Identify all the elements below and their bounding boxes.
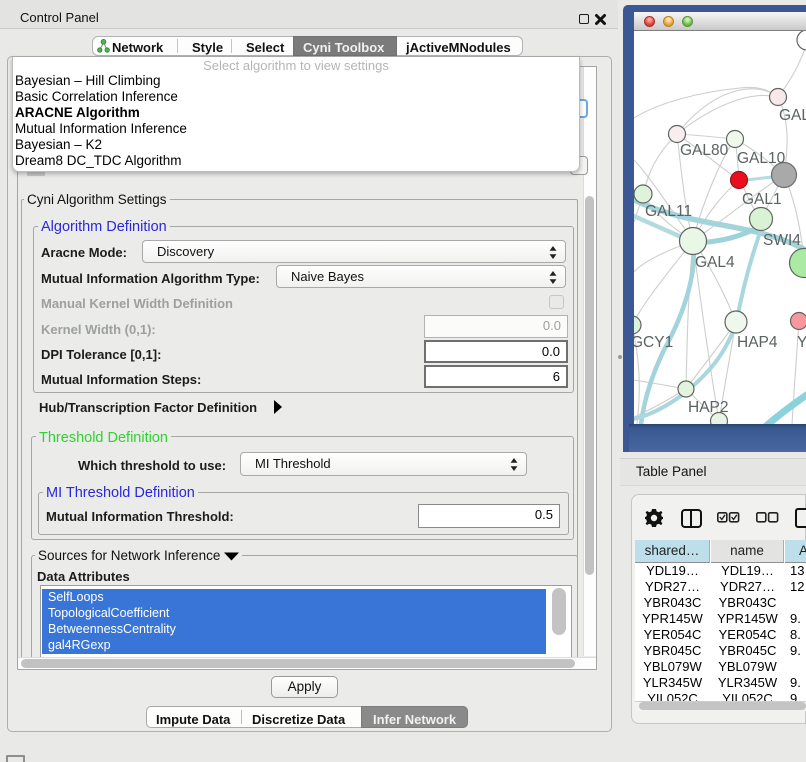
svg-text:GAL1: GAL1: [742, 191, 782, 208]
svg-text:HAP4: HAP4: [737, 334, 778, 351]
svg-text:GAL10: GAL10: [737, 150, 786, 167]
svg-text:GAL4: GAL4: [695, 254, 735, 271]
svg-text:SWI4: SWI4: [763, 232, 801, 249]
svg-text:GCY1: GCY1: [634, 334, 673, 351]
svg-text:GAL80: GAL80: [680, 142, 729, 159]
svg-text:HAP2: HAP2: [688, 399, 729, 416]
svg-text:GAL7: GAL7: [779, 107, 806, 124]
svg-text:Y: Y: [797, 334, 806, 351]
svg-text:GAL11: GAL11: [645, 203, 692, 220]
